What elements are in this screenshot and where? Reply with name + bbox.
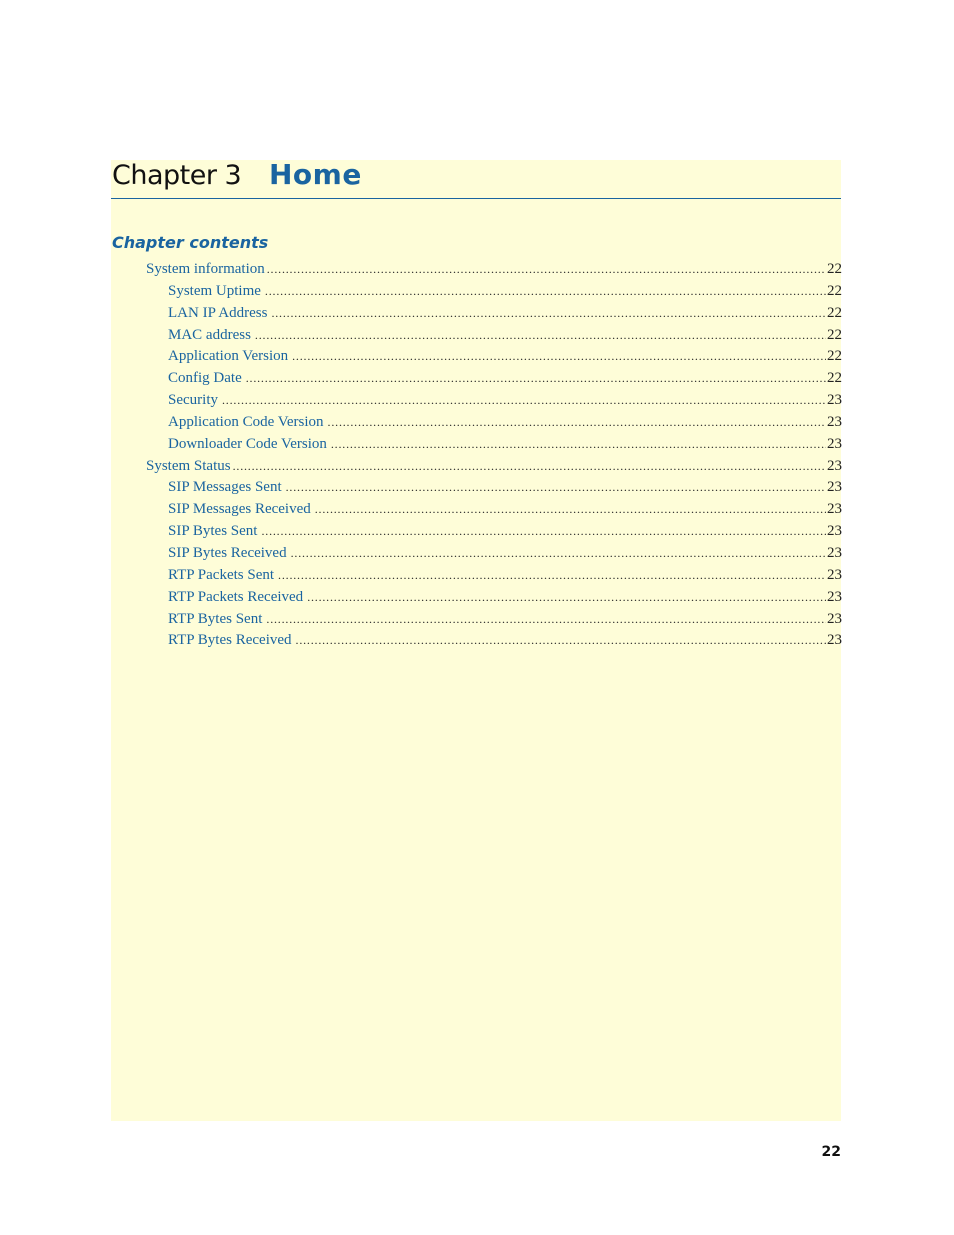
toc-leader-dots xyxy=(331,434,826,456)
toc-entry[interactable]: System Uptime 22 xyxy=(146,281,842,303)
toc-entry-page[interactable]: 22 xyxy=(826,259,842,281)
toc-leader-dots xyxy=(315,499,826,521)
toc-entry-page[interactable]: 23 xyxy=(826,499,842,521)
toc-leader-dots xyxy=(292,346,826,368)
toc-leader-dots xyxy=(261,521,826,543)
toc-entry-page[interactable]: 23 xyxy=(826,412,842,434)
toc-entry[interactable]: Config Date 22 xyxy=(146,368,842,390)
toc-entry[interactable]: Application Version 22 xyxy=(146,346,842,368)
toc-entry-page[interactable]: 23 xyxy=(826,630,842,652)
toc-entry-label[interactable]: Application Code Version xyxy=(168,412,328,434)
toc-entry-page[interactable]: 22 xyxy=(826,325,842,347)
toc-entry-page[interactable]: 23 xyxy=(826,543,842,565)
toc-leader-dots xyxy=(222,390,826,412)
toc-entry-label[interactable]: Config Date xyxy=(168,368,246,390)
toc-entry-label[interactable]: RTP Packets Sent xyxy=(168,565,278,587)
toc-entry[interactable]: RTP Packets Received 23 xyxy=(146,587,842,609)
toc-leader-dots xyxy=(266,609,826,631)
toc-entry[interactable]: SIP Messages Sent 23 xyxy=(146,477,842,499)
toc-leader-dots xyxy=(307,587,826,609)
contents-heading: Chapter contents xyxy=(112,233,269,252)
toc-entry-page[interactable]: 22 xyxy=(826,368,842,390)
toc-entry-label[interactable]: SIP Bytes Sent xyxy=(168,521,261,543)
table-of-contents: System information22System Uptime22LAN I… xyxy=(146,259,842,652)
toc-entry-page[interactable]: 23 xyxy=(826,521,842,543)
toc-entry[interactable]: SIP Messages Received 23 xyxy=(146,499,842,521)
toc-entry[interactable]: Downloader Code Version 23 xyxy=(146,434,842,456)
toc-leader-dots xyxy=(265,281,826,303)
toc-entry-page[interactable]: 23 xyxy=(826,434,842,456)
toc-leader-dots xyxy=(271,303,826,325)
toc-entry-label[interactable]: RTP Bytes Received xyxy=(168,630,296,652)
toc-entry-label[interactable]: MAC address xyxy=(168,325,255,347)
chapter-label: Chapter 3 xyxy=(112,160,242,191)
toc-entry-label[interactable]: Downloader Code Version xyxy=(168,434,331,456)
toc-entry-label[interactable]: SIP Messages Received xyxy=(168,499,315,521)
toc-entry[interactable]: RTP Bytes Received 23 xyxy=(146,630,842,652)
toc-entry[interactable]: LAN IP Address 22 xyxy=(146,303,842,325)
toc-entry-label[interactable]: LAN IP Address xyxy=(168,303,271,325)
toc-leader-dots xyxy=(296,630,826,652)
toc-entry-page[interactable]: 23 xyxy=(826,390,842,412)
toc-entry-label[interactable]: System Uptime xyxy=(168,281,265,303)
chapter-title: Home xyxy=(269,158,362,191)
toc-entry[interactable]: System Status 23 xyxy=(146,456,842,478)
page-number: 22 xyxy=(821,1144,841,1160)
toc-entry-page[interactable]: 22 xyxy=(826,281,842,303)
toc-entry-page[interactable]: 22 xyxy=(826,303,842,325)
toc-entry[interactable]: System information 22 xyxy=(146,259,842,281)
toc-leader-dots xyxy=(246,368,826,390)
toc-entry[interactable]: Security 23 xyxy=(146,390,842,412)
toc-leader-dots xyxy=(233,456,826,478)
toc-entry-label[interactable]: System information xyxy=(146,259,267,281)
toc-entry-page[interactable]: 23 xyxy=(826,587,842,609)
chapter-header: Chapter 3 Home xyxy=(111,158,841,199)
toc-entry[interactable]: RTP Bytes Sent 23 xyxy=(146,609,842,631)
toc-entry-label[interactable]: Security xyxy=(168,390,222,412)
toc-entry-page[interactable]: 23 xyxy=(826,477,842,499)
toc-leader-dots xyxy=(267,259,826,281)
toc-entry-page[interactable]: 23 xyxy=(826,565,842,587)
toc-leader-dots xyxy=(328,412,826,434)
toc-entry[interactable]: SIP Bytes Sent 23 xyxy=(146,521,842,543)
toc-entry[interactable]: RTP Packets Sent 23 xyxy=(146,565,842,587)
toc-entry-label[interactable]: SIP Messages Sent xyxy=(168,477,286,499)
toc-entry-page[interactable]: 22 xyxy=(826,346,842,368)
toc-entry-label[interactable]: SIP Bytes Received xyxy=(168,543,291,565)
toc-leader-dots xyxy=(255,325,826,347)
toc-entry[interactable]: Application Code Version 23 xyxy=(146,412,842,434)
toc-entry-label[interactable]: RTP Bytes Sent xyxy=(168,609,266,631)
toc-leader-dots xyxy=(278,565,826,587)
toc-leader-dots xyxy=(291,543,826,565)
toc-entry[interactable]: SIP Bytes Received 23 xyxy=(146,543,842,565)
toc-leader-dots xyxy=(286,477,826,499)
toc-entry-page[interactable]: 23 xyxy=(826,456,842,478)
toc-entry-page[interactable]: 23 xyxy=(826,609,842,631)
toc-entry-label[interactable]: RTP Packets Received xyxy=(168,587,307,609)
toc-entry-label[interactable]: System Status xyxy=(146,456,233,478)
toc-entry[interactable]: MAC address 22 xyxy=(146,325,842,347)
toc-entry-label[interactable]: Application Version xyxy=(168,346,292,368)
